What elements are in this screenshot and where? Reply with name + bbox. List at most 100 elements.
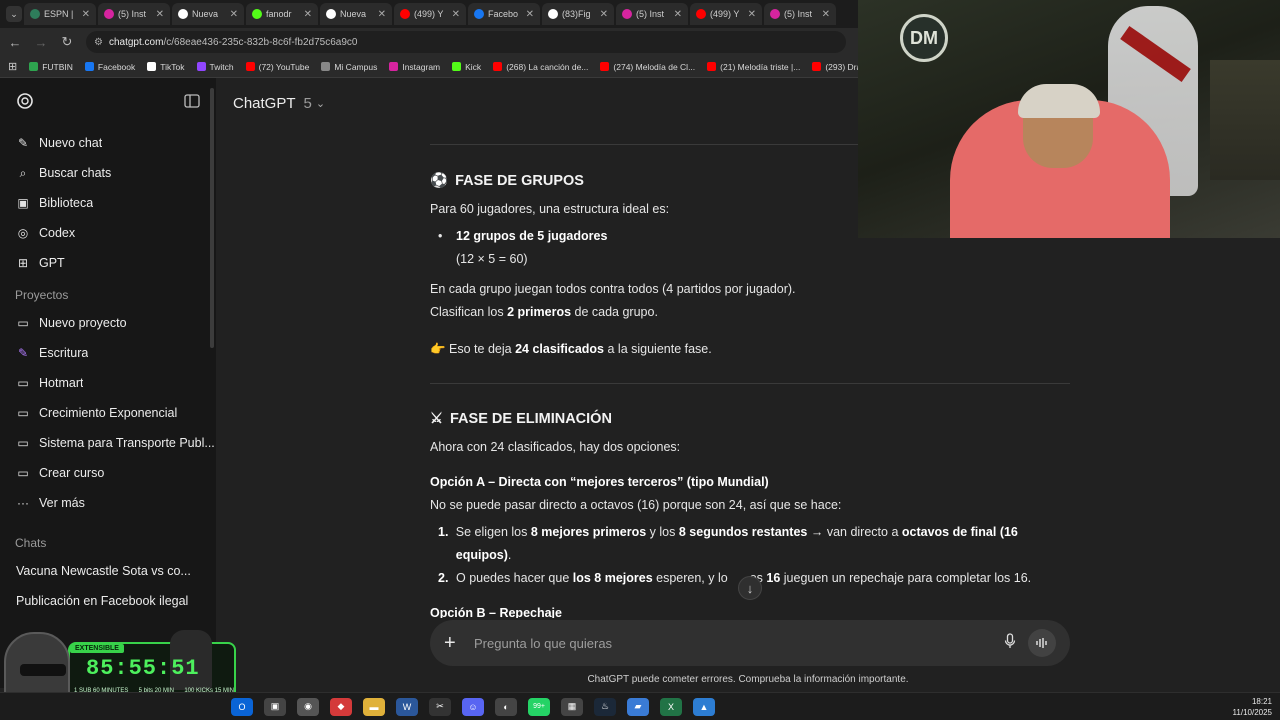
sidebar-item-new-chat-icon: ✎ — [17, 136, 29, 150]
project-item[interactable]: ▭ Crecimiento Exponencial — [0, 398, 216, 428]
sidebar-item-search-chats-icon: ⌕ — [19, 165, 27, 180]
prompt-input[interactable] — [474, 635, 992, 651]
project-item[interactable]: ▭ Nuevo proyecto — [0, 308, 216, 338]
anydesk-icon[interactable]: ◆ — [330, 697, 352, 716]
capcut-icon[interactable]: ✂ — [429, 697, 451, 716]
projects-list: ▭ Nuevo proyecto ✎ Escritura ▭ Hotmart ▭ Crecim… — [0, 308, 216, 518]
close-tab-icon[interactable]: ✕ — [304, 9, 312, 20]
espn-icon — [30, 9, 40, 19]
browser-tab[interactable]: (499) Y ✕ — [394, 3, 466, 25]
outlook-icon[interactable]: O — [231, 697, 253, 716]
browser-tab[interactable]: Facebo ✕ — [468, 3, 540, 25]
sidebar-item-label: Biblioteca — [39, 196, 94, 210]
browser-tab[interactable]: fanodr ✕ — [246, 3, 318, 25]
bookmark-item[interactable]: Instagram — [389, 62, 440, 72]
steam-icon[interactable]: ♨ — [594, 697, 616, 716]
bookmark-item[interactable]: TikTok — [147, 62, 185, 72]
sidebar-item-library[interactable]: ▣ Biblioteca — [0, 188, 216, 218]
sidebar-item-search-chats[interactable]: ⌕ Buscar chats — [0, 158, 216, 188]
scroll-down-arrow-icon[interactable]: ↓ — [738, 576, 762, 600]
chrome-icon[interactable]: ◉ — [297, 697, 319, 716]
sidebar-item-codex[interactable]: ◎ Codex — [0, 218, 216, 248]
os-taskbar: O ▣ ◉ ◆ ▬ W ✂ ☺ ◐ 99+ ▦ ♨ ▰ X ▲ 18:21 11… — [0, 692, 1280, 720]
back-arrow-icon[interactable]: ← — [8, 35, 22, 50]
system-clock: 18:21 11/10/2025 — [1233, 696, 1272, 718]
add-attachment-icon[interactable]: + — [444, 632, 462, 655]
disclaimer-text: ChatGPT puede cometer errores. Comprueba… — [587, 674, 909, 685]
project-item[interactable]: ▭ Sistema para Transporte Publ... — [0, 428, 216, 458]
sidebar-item-new-chat[interactable]: ✎ Nuevo chat — [0, 128, 216, 158]
openai-logo-icon[interactable] — [16, 92, 34, 115]
bookmark-item[interactable]: Mi Campus — [321, 62, 377, 72]
bookmark-item[interactable]: FUTBIN — [29, 62, 73, 72]
browser-tab[interactable]: Nueva ✕ — [320, 3, 392, 25]
close-tab-icon[interactable]: ✕ — [156, 9, 164, 20]
chatgpt-icon — [178, 9, 188, 19]
close-tab-icon[interactable]: ✕ — [526, 9, 534, 20]
model-selector[interactable]: ChatGPT 5 ⌄ — [233, 95, 325, 112]
sidebar-toggle-icon[interactable] — [184, 93, 200, 113]
url-domain: chatgpt.com — [108, 36, 164, 48]
excel-icon[interactable]: X — [660, 697, 682, 716]
browser-tab[interactable]: (5) Inst ✕ — [616, 3, 688, 25]
bookmark-item[interactable]: (72) YouTube — [245, 62, 309, 72]
game-icon[interactable]: ◐ — [495, 697, 517, 716]
app-icon[interactable]: ▰ — [627, 697, 649, 716]
bookmark-favicon-icon — [493, 62, 503, 71]
site-info-icon[interactable]: ⚙ — [94, 37, 103, 48]
project-item[interactable]: ▭ Hotmart — [0, 368, 216, 398]
close-tab-icon[interactable]: ✕ — [748, 9, 756, 20]
sidebar-item-gpt[interactable]: ⊞ GPT — [0, 248, 216, 278]
project-item-icon: ▭ — [17, 376, 29, 390]
browser-tab[interactable]: (499) Y ✕ — [690, 3, 762, 25]
bookmark-favicon-icon — [452, 62, 462, 71]
project-item[interactable]: ▭ Crear curso — [0, 458, 216, 488]
chat-history-item[interactable]: Vacuna Newcastle Sota vs co... — [0, 556, 216, 586]
chat-history-item[interactable]: Publicación en Facebook ilegal — [0, 586, 216, 616]
word-icon[interactable]: W — [396, 697, 418, 716]
soccer-ball-icon: ⚽ — [430, 172, 449, 189]
browser-tab[interactable]: (83)Fig ✕ — [542, 3, 614, 25]
sidebar-item-label: Vacuna Newcastle Sota vs co... — [16, 564, 191, 578]
browser-tab[interactable]: Nueva ✕ — [172, 3, 244, 25]
instagram-icon — [104, 9, 114, 19]
close-tab-icon[interactable]: ✕ — [230, 9, 238, 20]
calculator-icon[interactable]: ▦ — [561, 697, 583, 716]
project-item[interactable]: ✎ Escritura — [0, 338, 216, 368]
close-tab-icon[interactable]: ✕ — [82, 9, 90, 20]
url-field[interactable]: ⚙ chatgpt.com/c/68eae436-235c-832b-8c6f-… — [86, 31, 846, 53]
bookmark-item[interactable]: (21) Melodía triste |... — [707, 62, 800, 72]
close-tab-icon[interactable]: ✕ — [452, 9, 460, 20]
tab-search-dropdown-icon[interactable]: ⌄ — [6, 6, 22, 22]
close-tab-icon[interactable]: ✕ — [378, 9, 386, 20]
reload-icon[interactable]: ↻ — [60, 34, 74, 50]
chevron-down-icon: ⌄ — [315, 97, 326, 110]
close-tab-icon[interactable]: ✕ — [822, 9, 830, 20]
apps-grid-icon[interactable]: ⊞ — [8, 60, 17, 73]
discord-icon[interactable]: ☺ — [462, 697, 484, 716]
bookmark-item[interactable]: (274) Melodía de Cl... — [600, 62, 695, 72]
browser-tab[interactable]: ESPN | ✕ — [24, 3, 96, 25]
bookmark-item[interactable]: (268) La canción de... — [493, 62, 588, 72]
teams-icon[interactable]: ▣ — [264, 697, 286, 716]
photos-icon[interactable]: ▲ — [693, 697, 715, 716]
voice-mode-icon[interactable] — [1028, 629, 1056, 657]
folder-icon[interactable]: ▬ — [363, 697, 385, 716]
whatsapp-icon[interactable]: 99+ — [528, 697, 550, 716]
close-tab-icon[interactable]: ✕ — [674, 9, 682, 20]
sidebar-item-label: Codex — [39, 226, 76, 240]
browser-tab[interactable]: (5) Inst ✕ — [98, 3, 170, 25]
pointing-hand-icon: 👉 — [430, 342, 450, 356]
sidebar-scrollbar[interactable] — [210, 88, 214, 348]
bookmark-item[interactable]: Twitch — [196, 62, 234, 72]
bookmark-item[interactable]: Kick — [452, 62, 481, 72]
project-item[interactable]: ··· Ver más — [0, 488, 216, 518]
browser-tab[interactable]: (5) Inst ✕ — [764, 3, 836, 25]
forward-arrow-icon[interactable]: → — [34, 35, 48, 50]
bookmark-item[interactable]: Facebook — [84, 62, 135, 72]
project-item-icon: ▭ — [17, 466, 29, 480]
microphone-icon[interactable] — [1004, 632, 1016, 654]
url-path: /c/68eae436-235c-832b-8c6f-fb2d75c6a9c0 — [163, 36, 358, 48]
close-tab-icon[interactable]: ✕ — [600, 9, 608, 20]
section-heading-elimination: ⚔ FASE DE ELIMINACIÓN — [430, 406, 1070, 432]
